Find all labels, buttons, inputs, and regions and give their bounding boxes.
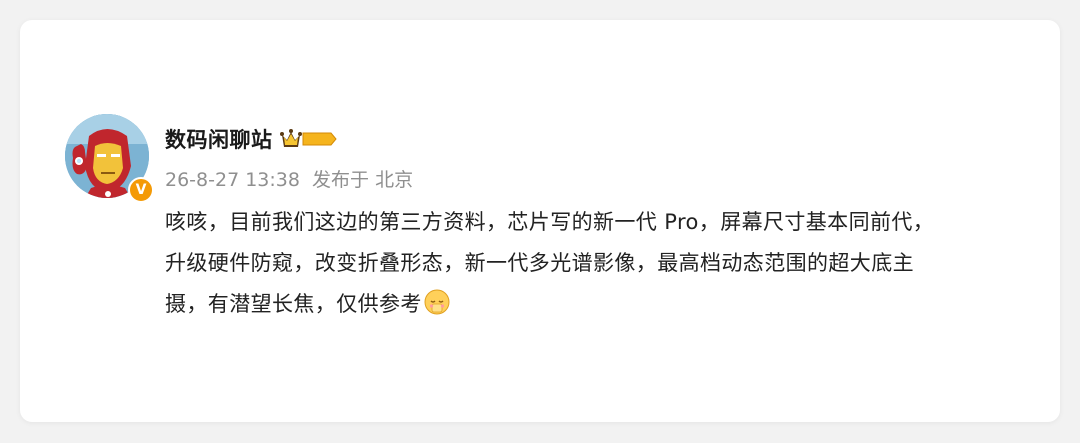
post-source: 发布于 [312,169,370,191]
verified-badge-icon: V [128,177,154,203]
post-timestamp[interactable]: 26-8-27 13:38 [165,169,300,191]
avatar-container[interactable]: V [65,114,154,203]
post-meta: 26-8-27 13:38 发布于 北京 [165,165,413,192]
username[interactable]: 数码闲聊站 [165,124,273,154]
post-text-line: 升级硬件防窥，改变折叠形态，新一代多光谱影像，最高档动态范围的超大底主 [165,251,914,275]
post-text-line: 摄，有潜望长焦，仅供参考 [165,284,1025,329]
post-text-line-content: 摄，有潜望长焦，仅供参考 [165,292,422,316]
user-level-badge[interactable] [279,127,339,151]
crown-level-icon [279,129,337,147]
post-text-line: 咳咳，目前我们这边的第三方资料，芯片写的新一代 Pro，屏幕尺寸基本同前代， [165,210,935,234]
user-header: 数码闲聊站 [165,124,339,154]
post-card: V 数码闲聊站 26-8-27 13:38 发布于 北京 咳咳，目前我们这边的第… [20,20,1060,422]
post-content: 咳咳，目前我们这边的第三方资料，芯片写的新一代 Pro，屏幕尺寸基本同前代， 升… [165,202,1025,329]
facepalm-emoji-icon [424,288,450,329]
post-location: 北京 [375,169,414,191]
